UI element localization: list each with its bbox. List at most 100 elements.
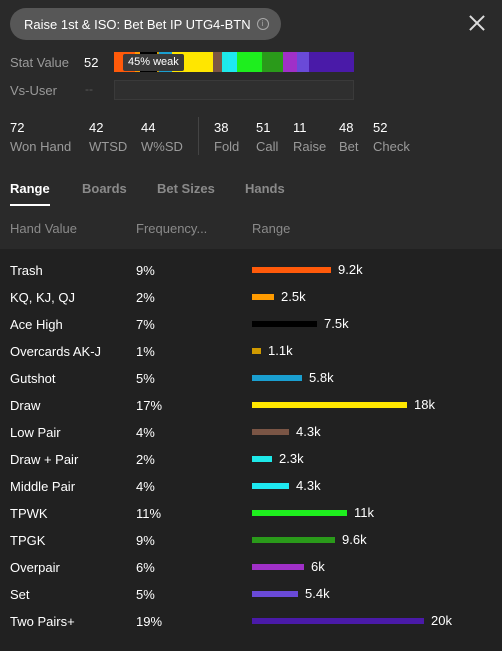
- stat-bar-segment: [212, 52, 223, 72]
- hand-value-name: Draw: [10, 398, 41, 413]
- hand-value-frequency: 6%: [136, 560, 155, 575]
- spot-title: Raise 1st & ISO: Bet Bet IP UTG4-BTN: [24, 16, 251, 32]
- hand-value-frequency: 7%: [136, 317, 155, 332]
- stat-label: Raise: [293, 139, 327, 154]
- stat-label: WTSD: [89, 139, 128, 154]
- stat-w-sd: 44 W%SD: [141, 120, 183, 154]
- hand-value-row[interactable]: Overpair 6% 6k: [0, 555, 502, 582]
- range-count: 9.6k: [342, 532, 367, 547]
- range-bar: [252, 429, 289, 435]
- stat-label: Check: [373, 139, 410, 154]
- hand-value-row[interactable]: Ace High 7% 7.5k: [0, 312, 502, 339]
- hand-value-row[interactable]: Trash 9% 9.2k: [0, 258, 502, 285]
- tab-bet-sizes[interactable]: Bet Sizes: [157, 181, 215, 196]
- hand-value-row[interactable]: Draw + Pair 2% 2.3k: [0, 447, 502, 474]
- column-header-range[interactable]: Range: [252, 221, 290, 236]
- hand-value-row[interactable]: Gutshot 5% 5.8k: [0, 366, 502, 393]
- tab-boards[interactable]: Boards: [82, 181, 127, 196]
- stat-number: 44: [141, 120, 156, 135]
- range-bar: [252, 564, 304, 570]
- hand-value-name: Low Pair: [10, 425, 61, 440]
- range-count: 2.3k: [279, 451, 304, 466]
- spot-title-pill[interactable]: Raise 1st & ISO: Bet Bet IP UTG4-BTN i: [10, 8, 281, 40]
- hand-value-name: Gutshot: [10, 371, 56, 386]
- range-count: 7.5k: [324, 316, 349, 331]
- hand-value-frequency: 9%: [136, 263, 155, 278]
- stat-number: 38: [214, 120, 229, 135]
- hand-value-name: Two Pairs+: [10, 614, 75, 629]
- stat-label: Fold: [214, 139, 240, 154]
- hand-value-row[interactable]: TPGK 9% 9.6k: [0, 528, 502, 555]
- hand-value-name: Middle Pair: [10, 479, 76, 494]
- range-count: 6k: [311, 559, 325, 574]
- hand-value-frequency: 9%: [136, 533, 155, 548]
- range-bar: [252, 618, 424, 624]
- vs-user-bar: [114, 80, 354, 100]
- range-bar: [252, 456, 272, 462]
- range-bar: [252, 375, 302, 381]
- range-bar: [252, 294, 274, 300]
- hand-value-row[interactable]: KQ, KJ, QJ 2% 2.5k: [0, 285, 502, 312]
- hand-value-frequency: 2%: [136, 452, 155, 467]
- range-count: 4.3k: [296, 424, 321, 439]
- range-bar: [252, 591, 298, 597]
- stat-call: 51 Call: [256, 120, 278, 154]
- hand-value-row[interactable]: Set 5% 5.4k: [0, 582, 502, 609]
- hand-value-row[interactable]: TPWK 11% 11k: [0, 501, 502, 528]
- tab-hands[interactable]: Hands: [245, 181, 285, 196]
- stat-wtsd: 42 WTSD: [89, 120, 127, 154]
- range-bar: [252, 321, 317, 327]
- stat-bar-segment: [237, 52, 262, 72]
- hand-value-name: KQ, KJ, QJ: [10, 290, 76, 305]
- hand-value-row[interactable]: Middle Pair 4% 4.3k: [0, 474, 502, 501]
- stat-value-label: Stat Value: [10, 55, 70, 70]
- hand-value-row[interactable]: Two Pairs+ 19% 20k: [0, 609, 502, 636]
- range-bar: [252, 537, 335, 543]
- hand-value-frequency: 5%: [136, 371, 155, 386]
- range-bar: [252, 348, 261, 354]
- hand-value-frequency: 19%: [136, 614, 163, 629]
- hand-value-frequency: 4%: [136, 479, 155, 494]
- range-bar: [252, 402, 407, 408]
- vs-user-value: --: [85, 82, 93, 96]
- hand-value-row[interactable]: Low Pair 4% 4.3k: [0, 420, 502, 447]
- stat-bar-segment: [309, 52, 354, 72]
- range-panel: Raise 1st & ISO: Bet Bet IP UTG4-BTN i S…: [0, 0, 502, 651]
- stat-bar-segment: [227, 52, 238, 72]
- hand-value-frequency: 17%: [136, 398, 163, 413]
- hand-value-frequency: 4%: [136, 425, 155, 440]
- hand-value-frequency: 2%: [136, 290, 155, 305]
- hand-value-frequency: 1%: [136, 344, 155, 359]
- range-count: 1.1k: [268, 343, 293, 358]
- stat-label: Call: [256, 139, 279, 154]
- range-count: 11k: [354, 505, 374, 520]
- hand-value-row[interactable]: Draw 17% 18k: [0, 393, 502, 420]
- stat-number: 52: [373, 120, 388, 135]
- stat-fold: 38 Fold: [214, 120, 239, 154]
- hand-value-name: TPGK: [10, 533, 46, 548]
- stat-check: 52 Check: [373, 120, 410, 154]
- range-count: 20k: [431, 613, 452, 628]
- tab-range[interactable]: Range: [10, 181, 50, 196]
- stat-number: 48: [339, 120, 354, 135]
- range-count: 18k: [414, 397, 435, 412]
- stat-number: 11: [293, 120, 307, 135]
- hand-value-name: Ace High: [10, 317, 63, 332]
- stat-label: Bet: [339, 139, 359, 154]
- column-header-frequency[interactable]: Frequency...: [136, 221, 207, 236]
- info-icon[interactable]: i: [256, 18, 269, 30]
- column-header-hand-value[interactable]: Hand Value: [10, 221, 77, 236]
- stat-value-number: 52: [84, 55, 99, 70]
- close-icon[interactable]: [466, 12, 488, 34]
- hand-value-row[interactable]: Overcards AK-J 1% 1.1k: [0, 339, 502, 366]
- stat-label: Won Hand: [10, 139, 72, 154]
- hand-value-name: Trash: [10, 263, 43, 278]
- stat-bar-segment: [283, 52, 297, 72]
- stat-won-hand: 72 Won Hand: [10, 120, 71, 154]
- stat-raise: 11 Raise: [293, 120, 326, 154]
- stats-divider: [198, 117, 199, 155]
- stat-number: 72: [10, 120, 25, 135]
- stat-label: W%SD: [141, 139, 183, 154]
- stat-bet: 48 Bet: [339, 120, 359, 154]
- hand-value-name: Set: [10, 587, 30, 602]
